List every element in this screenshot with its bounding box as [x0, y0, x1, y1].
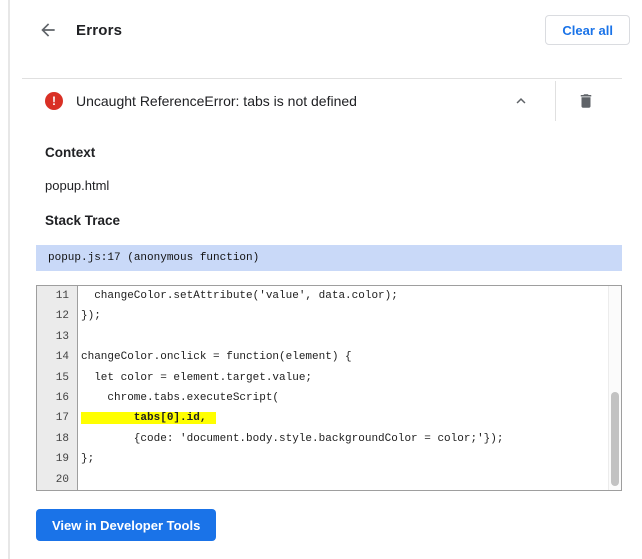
line-code: }; [81, 453, 95, 466]
clear-all-button[interactable]: Clear all [545, 15, 630, 45]
line-code: let color = element.target.value; [81, 371, 313, 384]
context-heading: Context [45, 145, 96, 160]
back-button[interactable] [36, 18, 60, 42]
code-rows: 11 changeColor.setAttribute('value', dat… [37, 286, 621, 490]
header-bar: Errors Clear all [0, 0, 642, 60]
trash-icon [577, 92, 595, 110]
code-line: 12 }); [37, 306, 621, 327]
code-line: 16 chrome.tabs.executeScript( [37, 387, 621, 409]
line-code: chrome.tabs.executeScript( [81, 391, 280, 404]
code-line: 18 {code: 'document.body.style.backgroun… [37, 428, 621, 450]
line-code: changeColor.onclick = function(element) … [81, 351, 352, 364]
line-number: 18 [37, 428, 78, 450]
arrow-left-icon [38, 20, 58, 40]
page-title: Errors [76, 21, 123, 39]
actions-divider [555, 81, 556, 121]
code-line: 20 [37, 469, 621, 490]
line-number: 17 [37, 408, 78, 429]
collapse-button[interactable] [509, 89, 533, 113]
chevron-up-icon [512, 92, 530, 110]
code-scrollbar-track[interactable] [608, 286, 621, 490]
stack-frame-item[interactable]: popup.js:17 (anonymous function) [36, 245, 622, 271]
line-code [78, 470, 81, 490]
line-number: 15 [37, 367, 78, 388]
line-code: }); [81, 310, 101, 323]
line-number: 12 [37, 306, 78, 327]
code-line: 17 tabs[0].id, [37, 408, 621, 429]
panel-left-edge [8, 0, 10, 559]
line-number: 14 [37, 347, 78, 368]
error-message: Uncaught ReferenceError: tabs is not def… [76, 93, 357, 109]
delete-error-button[interactable] [574, 89, 598, 113]
view-in-devtools-button[interactable]: View in Developer Tools [36, 509, 217, 541]
code-line: 19 }; [37, 449, 621, 470]
code-line: 15 let color = element.target.value; [37, 367, 621, 388]
error-summary-row[interactable]: ! Uncaught ReferenceError: tabs is not d… [0, 79, 642, 123]
code-line: 13 [37, 326, 621, 348]
line-code: {code: 'document.body.style.backgroundCo… [81, 432, 504, 445]
line-code: tabs[0].id, [78, 408, 217, 428]
code-line: 11 changeColor.setAttribute('value', dat… [37, 286, 621, 307]
line-number: 20 [37, 469, 78, 490]
line-number: 13 [37, 326, 78, 348]
stack-trace-heading: Stack Trace [45, 213, 121, 228]
line-number: 11 [37, 286, 78, 307]
code-viewer: 11 changeColor.setAttribute('value', dat… [36, 285, 622, 491]
line-code: changeColor.setAttribute('value', data.c… [81, 290, 398, 302]
line-number: 19 [37, 449, 78, 470]
line-number: 16 [37, 387, 78, 409]
line-code [78, 327, 81, 347]
error-circle-icon: ! [45, 92, 63, 110]
code-scrollbar-thumb[interactable] [610, 392, 619, 486]
context-value: popup.html [45, 178, 110, 193]
code-line: 14 changeColor.onclick = function(elemen… [37, 347, 621, 368]
